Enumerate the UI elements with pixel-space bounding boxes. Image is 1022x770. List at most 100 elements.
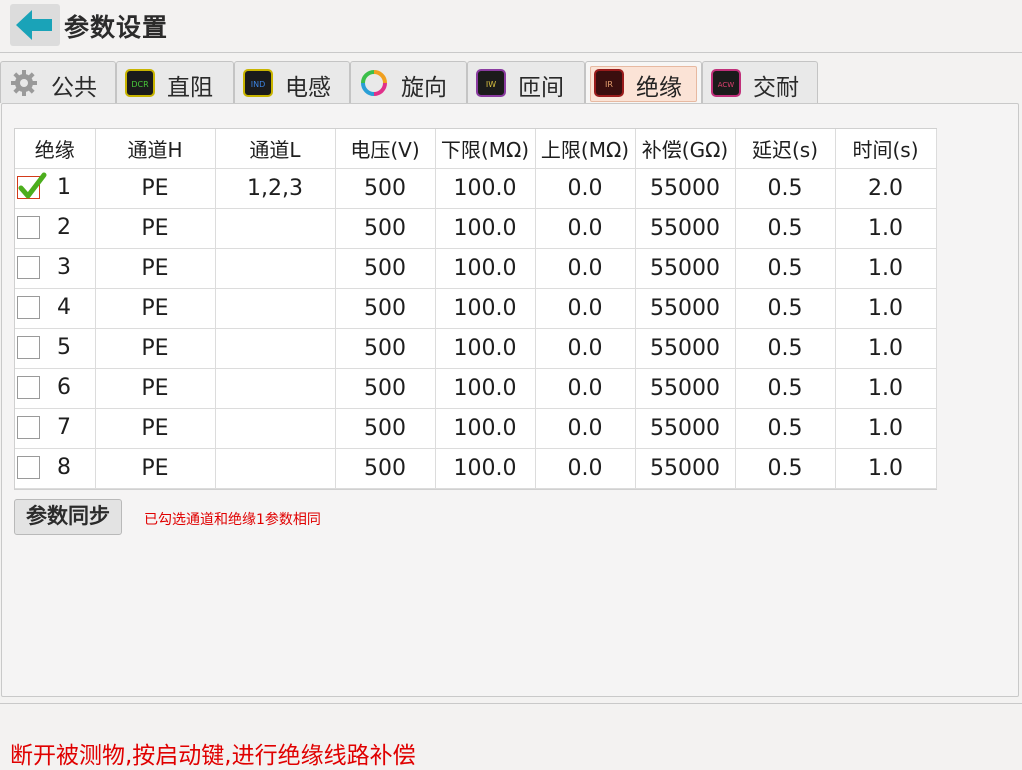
table-cell[interactable]: PE bbox=[95, 168, 216, 209]
table-cell[interactable]: 55000 bbox=[635, 328, 736, 369]
tab-common[interactable]: 公共 bbox=[0, 61, 116, 103]
table-cell[interactable]: PE bbox=[95, 208, 216, 249]
table-cell[interactable]: 100.0 bbox=[435, 328, 536, 369]
tab-iw[interactable]: IW 匝间 bbox=[467, 61, 585, 103]
table-row[interactable]: 7 PE 500 100.0 0.0 55000 0.5 1.0 bbox=[15, 408, 937, 449]
table-row[interactable]: 1 PE 1,2,3 500 100.0 0.0 55000 0.5 2.0 bbox=[15, 168, 937, 209]
row-select-cell[interactable]: 1 bbox=[15, 168, 96, 209]
table-cell[interactable]: 55000 bbox=[635, 368, 736, 409]
table-cell[interactable]: PE bbox=[95, 448, 216, 489]
table-cell[interactable]: 55000 bbox=[635, 448, 736, 489]
table-cell[interactable]: 1.0 bbox=[835, 368, 937, 409]
table-row[interactable]: 6 PE 500 100.0 0.0 55000 0.5 1.0 bbox=[15, 368, 937, 409]
table-cell[interactable]: 0.5 bbox=[735, 408, 836, 449]
table-cell[interactable]: 1.0 bbox=[835, 328, 937, 369]
table-row[interactable]: 3 PE 500 100.0 0.0 55000 0.5 1.0 bbox=[15, 248, 937, 289]
table-cell[interactable]: 0.0 bbox=[535, 328, 636, 369]
table-cell[interactable]: 100.0 bbox=[435, 408, 536, 449]
table-row[interactable]: 5 PE 500 100.0 0.0 55000 0.5 1.0 bbox=[15, 328, 937, 369]
table-cell[interactable]: 0.5 bbox=[735, 168, 836, 209]
table-cell[interactable]: PE bbox=[95, 368, 216, 409]
param-sync-button[interactable]: 参数同步 bbox=[14, 499, 122, 535]
table-cell[interactable]: 0.0 bbox=[535, 288, 636, 329]
table-cell[interactable]: 0.5 bbox=[735, 448, 836, 489]
column-header: 通道H bbox=[95, 129, 216, 169]
table-cell[interactable]: 500 bbox=[335, 208, 436, 249]
row-number: 5 bbox=[57, 335, 71, 360]
table-cell[interactable] bbox=[215, 288, 336, 329]
table-cell[interactable]: 500 bbox=[335, 328, 436, 369]
table-cell[interactable]: 100.0 bbox=[435, 448, 536, 489]
row-select-cell[interactable]: 4 bbox=[15, 288, 96, 329]
row-select-cell[interactable]: 2 bbox=[15, 208, 96, 249]
row-select-cell[interactable]: 6 bbox=[15, 368, 96, 409]
table-cell[interactable]: 1.0 bbox=[835, 408, 937, 449]
back-button[interactable] bbox=[10, 4, 60, 46]
row-checkbox[interactable] bbox=[17, 216, 40, 239]
row-checkbox[interactable] bbox=[17, 296, 40, 319]
table-cell[interactable]: 100.0 bbox=[435, 168, 536, 209]
table-cell[interactable]: 0.5 bbox=[735, 288, 836, 329]
table-cell[interactable]: 0.0 bbox=[535, 448, 636, 489]
table-cell[interactable]: 0.0 bbox=[535, 168, 636, 209]
table-row[interactable]: 2 PE 500 100.0 0.0 55000 0.5 1.0 bbox=[15, 208, 937, 249]
tab-ir[interactable]: IR 绝缘 bbox=[585, 61, 702, 104]
table-cell[interactable]: 55000 bbox=[635, 248, 736, 289]
table-cell[interactable]: 1.0 bbox=[835, 448, 937, 489]
table-cell[interactable]: 1.0 bbox=[835, 248, 937, 289]
table-row[interactable]: 4 PE 500 100.0 0.0 55000 0.5 1.0 bbox=[15, 288, 937, 329]
tab-rotation[interactable]: 旋向 bbox=[350, 61, 467, 103]
table-row[interactable]: 8 PE 500 100.0 0.0 55000 0.5 1.0 bbox=[15, 448, 937, 489]
tab-dcr[interactable]: DCR 直阻 bbox=[116, 61, 234, 103]
table-cell[interactable]: 100.0 bbox=[435, 248, 536, 289]
table-cell[interactable]: 0.0 bbox=[535, 408, 636, 449]
row-checkbox[interactable] bbox=[17, 172, 47, 199]
table-cell[interactable]: 100.0 bbox=[435, 208, 536, 249]
table-cell[interactable]: PE bbox=[95, 288, 216, 329]
table-cell[interactable]: 1.0 bbox=[835, 288, 937, 329]
table-cell[interactable] bbox=[215, 248, 336, 289]
table-cell[interactable]: 1.0 bbox=[835, 208, 937, 249]
tab-ind[interactable]: IND 电感 bbox=[234, 61, 350, 103]
table-cell[interactable]: 500 bbox=[335, 168, 436, 209]
row-checkbox[interactable] bbox=[17, 456, 40, 479]
table-cell[interactable]: 0.0 bbox=[535, 248, 636, 289]
row-checkbox[interactable] bbox=[17, 336, 40, 359]
table-cell[interactable]: 0.5 bbox=[735, 208, 836, 249]
table-cell[interactable]: 0.5 bbox=[735, 368, 836, 409]
table-cell[interactable]: 0.5 bbox=[735, 248, 836, 289]
table-cell[interactable]: PE bbox=[95, 248, 216, 289]
table-cell[interactable]: 1,2,3 bbox=[215, 168, 336, 209]
table-cell[interactable] bbox=[215, 448, 336, 489]
table-cell[interactable]: 2.0 bbox=[835, 168, 937, 209]
row-checkbox[interactable] bbox=[17, 376, 40, 399]
table-cell[interactable]: 500 bbox=[335, 368, 436, 409]
table-cell[interactable]: 100.0 bbox=[435, 368, 536, 409]
table-cell[interactable]: 0.5 bbox=[735, 328, 836, 369]
row-select-cell[interactable]: 8 bbox=[15, 448, 96, 489]
table-cell[interactable]: 0.0 bbox=[535, 208, 636, 249]
tab-acw[interactable]: ACW 交耐 bbox=[702, 61, 818, 103]
row-select-cell[interactable]: 5 bbox=[15, 328, 96, 369]
row-select-cell[interactable]: 3 bbox=[15, 248, 96, 289]
table-cell[interactable] bbox=[215, 328, 336, 369]
table-cell[interactable]: 0.0 bbox=[535, 368, 636, 409]
table-cell[interactable]: 55000 bbox=[635, 208, 736, 249]
row-select-cell[interactable]: 7 bbox=[15, 408, 96, 449]
table-cell[interactable]: 55000 bbox=[635, 408, 736, 449]
table-cell[interactable]: 55000 bbox=[635, 288, 736, 329]
row-checkbox[interactable] bbox=[17, 416, 40, 439]
row-checkbox[interactable] bbox=[17, 256, 40, 279]
table-cell[interactable]: PE bbox=[95, 328, 216, 369]
table-cell[interactable]: 500 bbox=[335, 248, 436, 289]
table-cell[interactable] bbox=[215, 408, 336, 449]
table-cell[interactable]: 500 bbox=[335, 448, 436, 489]
table-cell[interactable] bbox=[215, 208, 336, 249]
table-cell[interactable] bbox=[215, 368, 336, 409]
table-cell[interactable]: 500 bbox=[335, 408, 436, 449]
table-cell[interactable]: 500 bbox=[335, 288, 436, 329]
table-cell[interactable]: 100.0 bbox=[435, 288, 536, 329]
svg-text:ACW: ACW bbox=[718, 81, 735, 89]
table-cell[interactable]: 55000 bbox=[635, 168, 736, 209]
table-cell[interactable]: PE bbox=[95, 408, 216, 449]
